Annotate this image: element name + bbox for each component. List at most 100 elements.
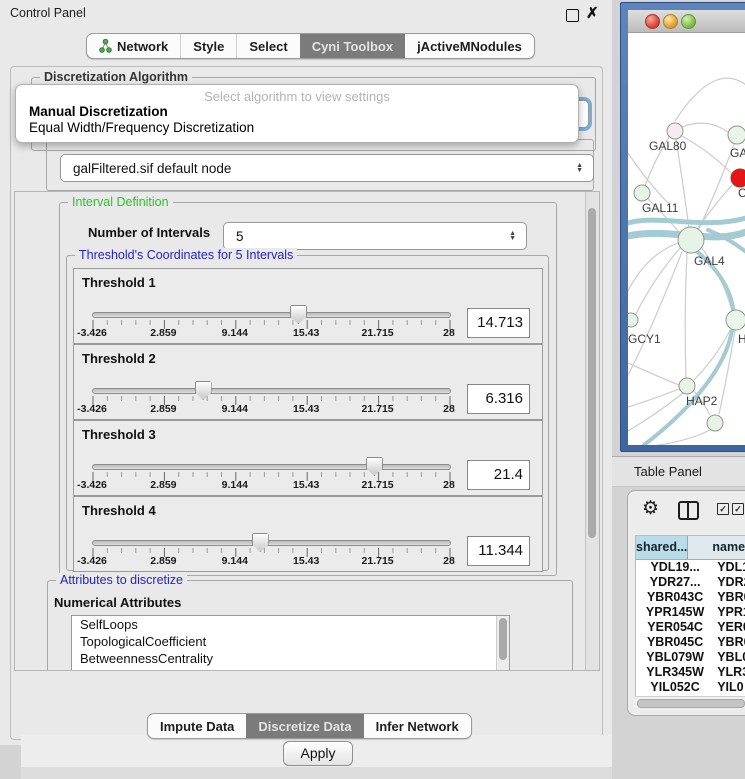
threshold-panel-1: Threshold 1-3.4262.8599.14415.4321.71528…	[73, 268, 543, 344]
close-traffic-light-icon[interactable]	[645, 14, 660, 29]
node-label: GAL80	[649, 139, 687, 153]
table-row[interactable]: YDL19...YDL1	[636, 560, 745, 575]
group-title: Threshold's Coordinates for 5 Intervals	[75, 248, 297, 262]
attributes-list[interactable]: SelfLoopsTopologicalCoefficientBetweenne…	[71, 615, 510, 671]
popup-option-manual[interactable]: Manual Discretization	[29, 104, 168, 119]
node-label: H	[738, 332, 745, 346]
slider-track[interactable]	[92, 464, 451, 470]
node-table[interactable]: shared... name YDL19...YDL1YDR27...YDR2Y…	[635, 535, 745, 697]
list-item[interactable]: TopologicalCoefficient	[72, 633, 509, 650]
minimize-traffic-light-icon[interactable]	[663, 14, 678, 29]
table-row[interactable]: YBL079WYBL0	[636, 650, 745, 665]
threshold-panel-4: Threshold 4-3.4262.8599.14415.4321.71528…	[73, 496, 543, 572]
table-row[interactable]: YIL052CYIL0	[636, 680, 745, 695]
tab-jactivemnodules[interactable]: jActiveMNodules	[405, 34, 534, 58]
network-edge	[628, 389, 679, 407]
network-node[interactable]	[707, 415, 723, 431]
node-label: GAL4	[694, 254, 725, 268]
tab-impute-data[interactable]: Impute Data	[148, 714, 246, 738]
table-header[interactable]: shared... name	[636, 536, 745, 560]
node-label: GCY1	[628, 332, 661, 346]
group-title: Interval Definition	[68, 195, 173, 209]
slider-track[interactable]	[92, 312, 451, 318]
list-item[interactable]: BetweennessCentrality	[72, 650, 509, 667]
table-row[interactable]: YPR145WYPR1	[636, 605, 745, 620]
table-data-value: galFiltered.sif default node	[73, 161, 231, 176]
checkbox-icon[interactable]: ✓	[732, 503, 744, 515]
numerical-attributes-label: Numerical Attributes	[54, 595, 181, 610]
tab-label: Discretize Data	[258, 719, 351, 734]
network-edge	[685, 253, 687, 378]
slider-track[interactable]	[92, 388, 451, 394]
close-icon[interactable]: ✗	[586, 4, 599, 22]
column-header-shared-name[interactable]: shared...	[636, 536, 688, 559]
tab-label: Cyni Toolbox	[312, 39, 393, 54]
spinner-arrows-icon: ▲▼	[509, 231, 516, 241]
group-title: Discretization Algorithm	[40, 70, 192, 84]
tick-label: 15.43	[281, 555, 331, 567]
tick-label: 2.859	[138, 479, 188, 491]
column-header-name[interactable]: name	[688, 536, 745, 559]
checkbox-icon[interactable]: ✓	[717, 503, 729, 515]
threshold-label: Threshold 1	[82, 275, 156, 290]
tab-discretize-data[interactable]: Discretize Data	[246, 714, 363, 738]
num-intervals-combo[interactable]: 5 ▲▼	[223, 222, 527, 250]
network-edge	[628, 393, 683, 431]
tab-network[interactable]: Network	[87, 34, 180, 58]
network-edge	[682, 123, 729, 133]
threshold-value-field[interactable]: 14.713	[467, 308, 530, 338]
top-tab-bar: NetworkStyleSelect Cyni Toolbox jActiveMNo…	[86, 33, 535, 59]
table-row[interactable]: YBR043CYBR0	[636, 590, 745, 605]
tab-select[interactable]: Select	[236, 34, 299, 58]
gear-icon[interactable]: ⚙	[642, 497, 659, 520]
table-data-combo[interactable]: galFiltered.sif default node ▲▼	[60, 154, 594, 182]
split-columns-icon[interactable]	[678, 501, 699, 520]
popup-hint: Select algorithm to view settings	[16, 89, 578, 104]
network-node-ga[interactable]	[728, 126, 745, 144]
spinner-arrows-icon: ▲▼	[576, 163, 583, 173]
network-node-gcy1[interactable]	[628, 313, 638, 327]
cell-shared-name: YDL19...	[636, 560, 714, 575]
panel-title: Control Panel	[10, 6, 86, 20]
zoom-traffic-light-icon[interactable]	[681, 14, 696, 29]
popup-option-equal-width[interactable]: Equal Width/Frequency Discretization	[29, 120, 254, 135]
tick-label: -3.426	[67, 555, 117, 567]
threshold-label: Threshold 4	[82, 503, 156, 518]
vertical-scrollbar[interactable]	[585, 192, 599, 670]
network-node-c[interactable]	[731, 169, 745, 187]
float-window-icon[interactable]	[566, 9, 579, 22]
tick-label: 9.144	[210, 327, 260, 339]
horizontal-scrollbar[interactable]	[635, 696, 745, 708]
network-node-gal80[interactable]	[667, 123, 683, 139]
control-panel: Control Panel ✗ NetworkStyleSelect Cyni T…	[0, 0, 613, 745]
table-row[interactable]: YDR27...YDR2	[636, 575, 745, 590]
bottom-tab-bar: Impute Data Discretize Data Infer Network	[147, 713, 472, 739]
threshold-value-field[interactable]: 21.4	[467, 460, 530, 490]
tab-infer-network[interactable]: Infer Network	[364, 714, 471, 738]
tab-style[interactable]: Style	[180, 34, 236, 58]
num-intervals-value: 5	[236, 229, 244, 244]
tick-label: 21.715	[353, 403, 403, 415]
tick-label: -3.426	[67, 403, 117, 415]
network-edge	[628, 363, 679, 385]
network-node-gal11[interactable]	[634, 185, 650, 201]
network-edge	[675, 78, 745, 121]
network-node-h[interactable]	[726, 310, 745, 330]
threshold-value-field[interactable]: 6.316	[467, 384, 530, 414]
table-row[interactable]: YER054CYER0	[636, 620, 745, 635]
tab-cyni-toolbox[interactable]: Cyni Toolbox	[300, 34, 405, 58]
list-scrollbar[interactable]	[496, 616, 509, 671]
table-row[interactable]: YBR045CYBR0	[636, 635, 745, 650]
list-item[interactable]: SelfLoops	[72, 616, 509, 633]
threshold-value-field[interactable]: 11.344	[467, 536, 530, 566]
right-region: GAL80GACGAL11GAL4GCY1HHAP2 Table Panel ⚙…	[612, 0, 745, 745]
tick-label: 15.43	[281, 479, 331, 491]
node-label: HAP2	[686, 394, 718, 408]
network-canvas[interactable]: GAL80GACGAL11GAL4GCY1HHAP2	[628, 33, 745, 445]
slider-track[interactable]	[92, 540, 451, 546]
network-node-hap2[interactable]	[679, 378, 695, 394]
cell-name: YER0	[714, 620, 745, 635]
table-row[interactable]: YLR345WYLR3	[636, 665, 745, 680]
network-node-gal4[interactable]	[678, 227, 704, 253]
network-window-titlebar[interactable]	[628, 10, 745, 33]
